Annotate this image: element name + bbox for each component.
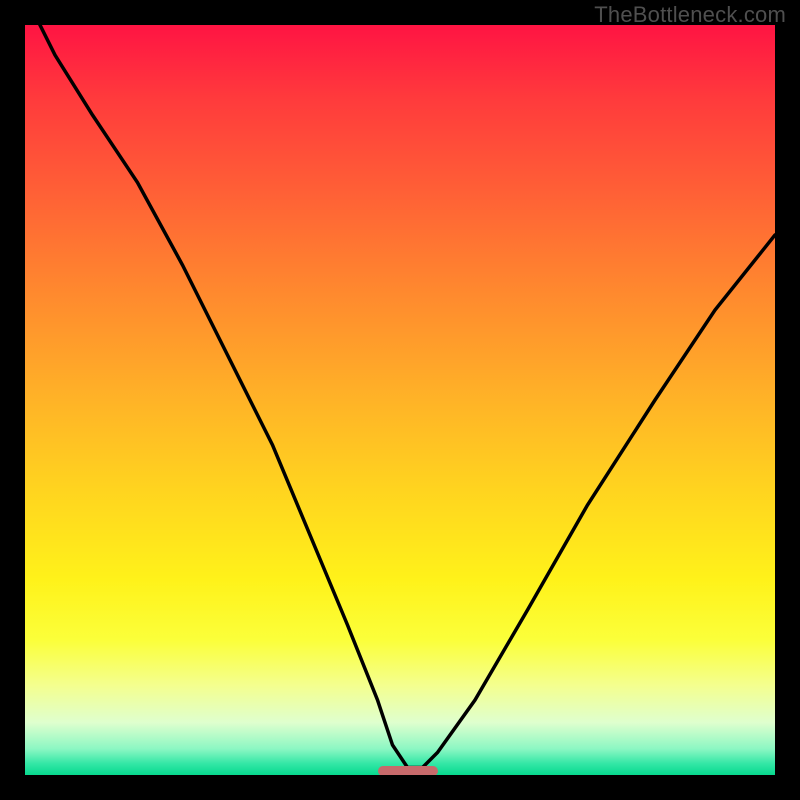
curve-path — [25, 25, 775, 768]
chart-frame: TheBottleneck.com — [0, 0, 800, 800]
top-border — [0, 0, 800, 25]
bottleneck-curve — [25, 25, 775, 775]
plot-area — [25, 25, 775, 775]
bottleneck-marker — [378, 766, 438, 776]
